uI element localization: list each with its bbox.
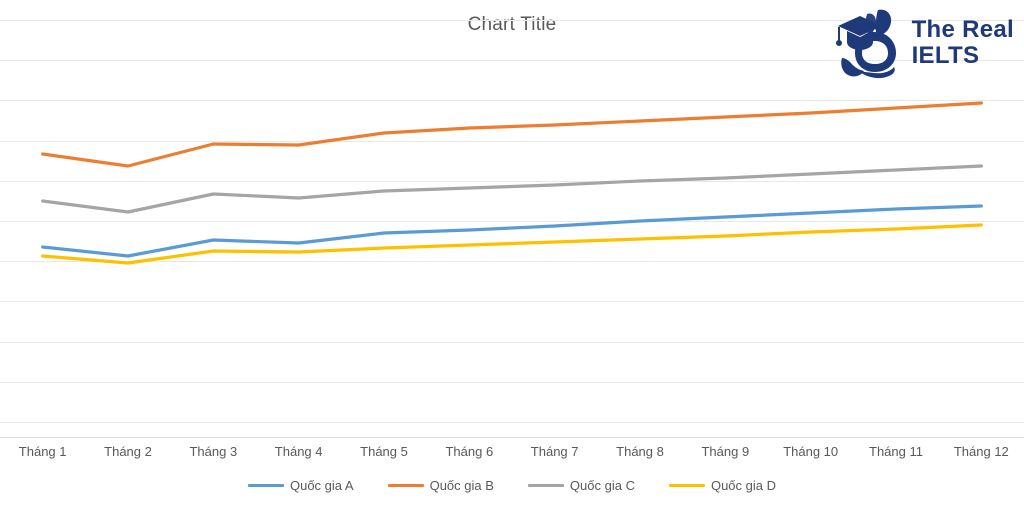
- legend-swatch-icon: [668, 484, 705, 487]
- legend-swatch-icon: [247, 484, 284, 487]
- legend-label: Quốc gia D: [710, 478, 777, 493]
- category-axis: Tháng 1 Tháng 2 Tháng 3 Tháng 4 Tháng 5 Tháng…: [0, 444, 1024, 468]
- category-label: Tháng 7: [530, 444, 579, 459]
- graduation-cap-rabbit-icon: [835, 9, 896, 79]
- legend-item[interactable]: Quốc gia B: [387, 478, 494, 493]
- legend-swatch-icon: [527, 484, 564, 487]
- category-label: Tháng 6: [445, 444, 494, 459]
- legend-label: Quốc gia C: [569, 478, 635, 493]
- legend-item[interactable]: Quốc gia D: [668, 478, 777, 493]
- series-line-b: [41, 101, 983, 168]
- category-label: Tháng 4: [274, 444, 323, 459]
- brand-logo: The Real IELTS: [834, 4, 1014, 82]
- category-label: Tháng 3: [189, 444, 238, 459]
- category-label: Tháng 8: [616, 444, 664, 459]
- category-label: Tháng 5: [360, 444, 408, 459]
- logo-line-1: The Real: [911, 16, 1014, 44]
- category-label: Tháng 2: [104, 444, 152, 459]
- chart-legend: Quốc gia A Quốc gia B Quốc gia C Quốc gia D: [0, 478, 1024, 493]
- series-line-c: [41, 164, 983, 214]
- legend-label: Quốc gia B: [429, 478, 494, 493]
- legend-item[interactable]: Quốc gia A: [247, 478, 354, 493]
- legend-swatch-icon: [387, 484, 424, 487]
- category-label: Tháng 1: [18, 444, 67, 459]
- logo-line-2: IELTS: [911, 42, 980, 69]
- category-label: Tháng 11: [869, 444, 923, 459]
- category-label: Tháng 10: [783, 444, 839, 459]
- category-axis-line: [0, 437, 1024, 438]
- chart-container: Chart Title Tháng 1 Tháng 2 Tháng 3 Tháng 4…: [0, 0, 1024, 512]
- logo-wordmark: The Real IELTS: [912, 17, 1014, 69]
- legend-item[interactable]: Quốc gia C: [527, 478, 635, 493]
- category-label: Tháng 12: [953, 444, 1009, 459]
- legend-label: Quốc gia A: [289, 478, 354, 493]
- category-label: Tháng 9: [701, 444, 750, 459]
